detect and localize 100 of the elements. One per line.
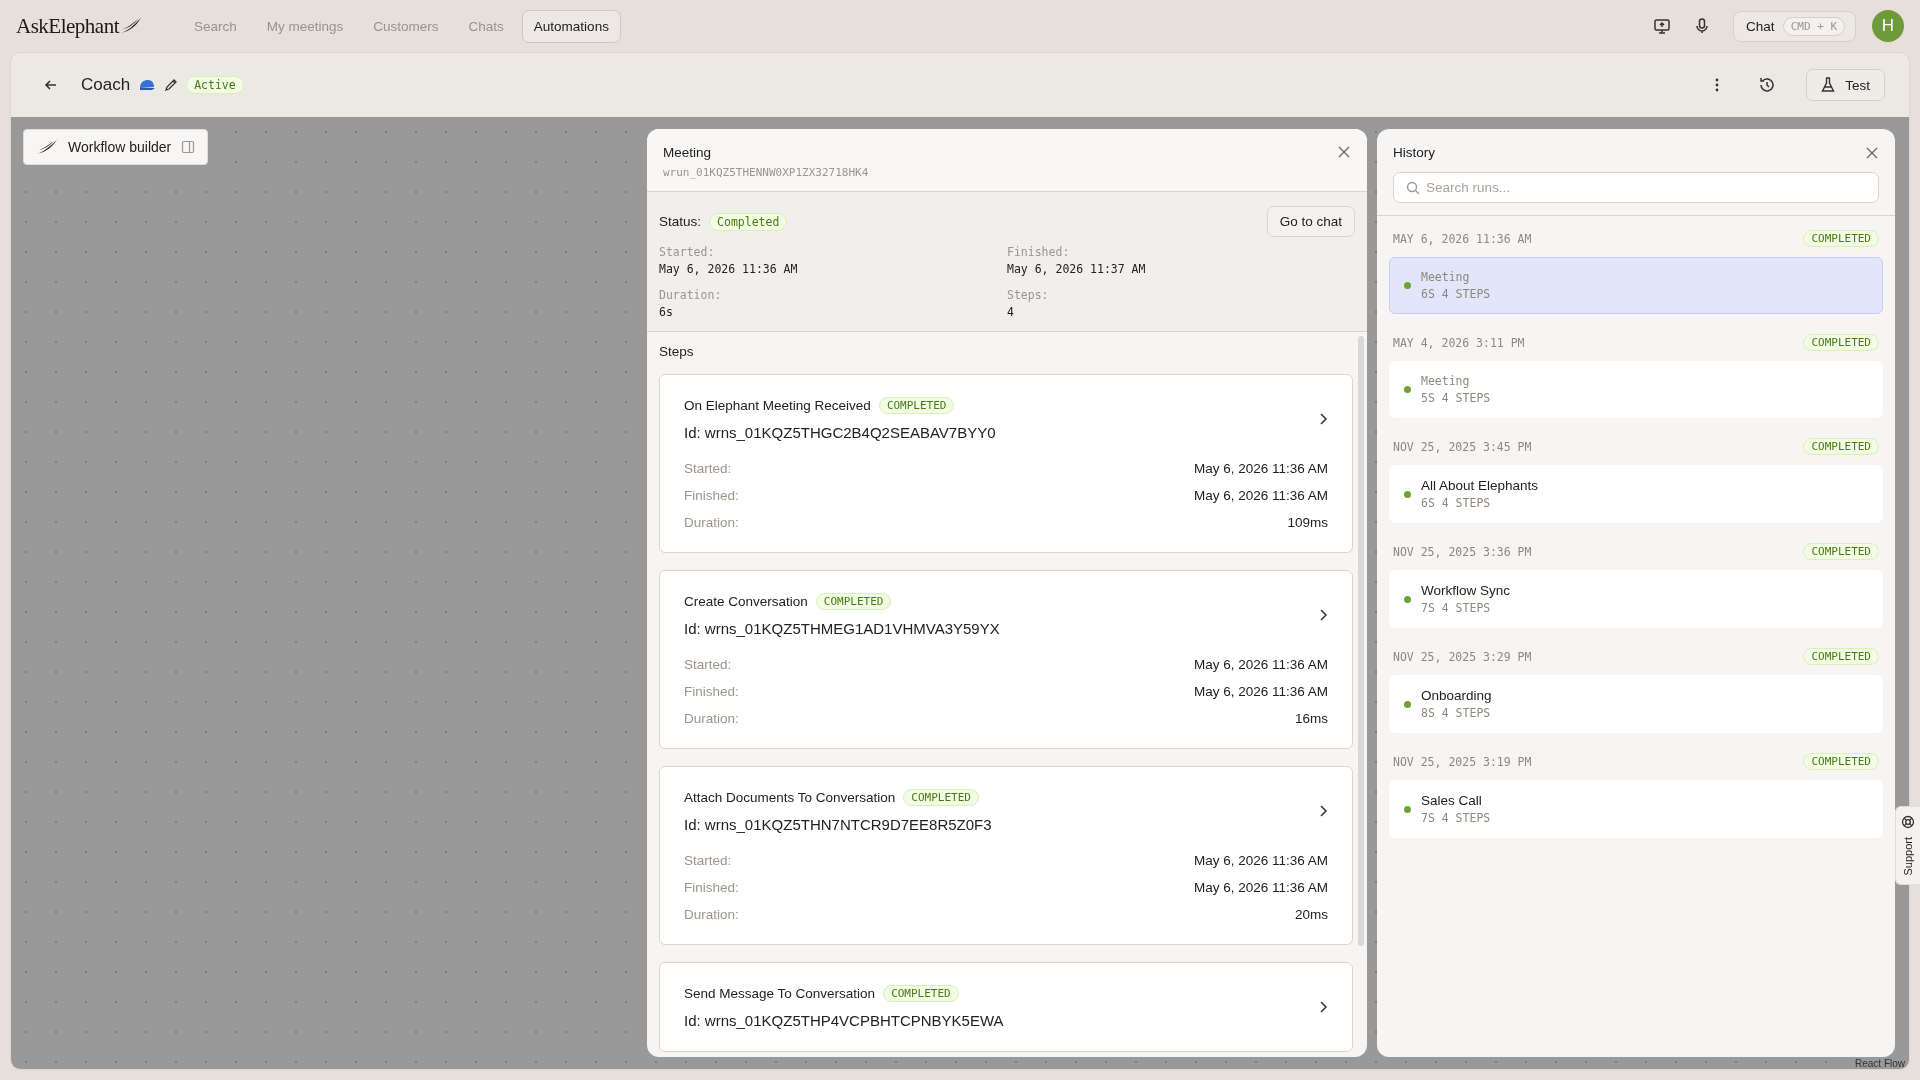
step-field-value: May 6, 2026 11:36 AM (1193, 853, 1328, 868)
history-icon[interactable] (1758, 76, 1777, 94)
detail-value: May 6, 2026 11:36 AM (659, 262, 799, 276)
status-badge: COMPLETED (1803, 543, 1879, 560)
panel-title: History (1393, 145, 1435, 160)
status-badge: Completed (709, 212, 788, 231)
test-button[interactable]: Test (1806, 69, 1885, 101)
step-id: Id: wrns_01KQZ5THN7NTCR9D7EE8R5Z0F3 (684, 816, 992, 833)
run-item[interactable]: Workflow Sync 7S 4 STEPS (1389, 570, 1883, 628)
search-icon (1406, 181, 1420, 195)
step-name: Create Conversation (684, 594, 808, 609)
status-label: Status: (659, 214, 702, 229)
step-field-value: 20ms (1295, 907, 1328, 922)
step-card[interactable]: On Elephant Meeting Received COMPLETED Id: wrns_01KQZ5THGC2B4Q2SEABAV7BYY0 Started: May 6, 2026 11:36 AM Finished: May 6, 2026 11:36 AM Duration: 109ms (659, 374, 1353, 553)
step-field-label: Finished: (684, 880, 739, 895)
status-badge: COMPLETED (1803, 753, 1879, 770)
close-icon[interactable] (1865, 145, 1879, 160)
run-date: MAY 6, 2026 11:36 AM (1393, 231, 1532, 246)
run-name: Onboarding (1421, 688, 1492, 703)
run-id: wrun_01KQZ5THENNW0XP1ZX32718HK4 (663, 166, 869, 179)
status-dot (1404, 805, 1411, 813)
shortcut-hint: CMD + K (1782, 16, 1845, 36)
step-field-label: Duration: (684, 515, 739, 530)
run-date: MAY 4, 2026 3:11 PM (1393, 335, 1525, 350)
step-field-value: 16ms (1295, 711, 1328, 726)
attribution-link[interactable]: React Flow (1855, 1058, 1905, 1069)
workflow-builder-button[interactable]: Workflow builder (23, 129, 209, 165)
status-dot (1404, 490, 1411, 498)
run-item[interactable]: Sales Call 7S 4 STEPS (1389, 780, 1883, 838)
run-name: All About Elephants (1421, 478, 1539, 493)
chevron-right-icon[interactable] (1318, 608, 1328, 622)
run-name: Meeting (1421, 374, 1471, 388)
search-field[interactable]: Search runs... (1393, 172, 1879, 203)
steps-heading: Steps (659, 344, 695, 359)
run-name: Meeting (1421, 270, 1471, 284)
scrollbar[interactable] (1358, 336, 1364, 946)
step-card[interactable]: Attach Documents To Conversation COMPLETED Id: wrns_01KQZ5THN7NTCR9D7EE8R5Z0F3 Started: May 6, 2026 11:36 AM Finished: May 6, 2026 11:36 AM Duration: 20ms (659, 766, 1353, 945)
swoosh-icon (36, 139, 58, 155)
cap-icon (138, 78, 157, 92)
screen-share-icon[interactable] (1653, 17, 1672, 35)
status-badge: COMPLETED (1803, 648, 1879, 665)
status-badge: COMPLETED (815, 593, 892, 610)
nav-tab[interactable]: Automations (521, 9, 621, 43)
step-field-label: Started: (684, 461, 732, 476)
more-options-icon[interactable] (1714, 77, 1721, 93)
run-meta: 5S 4 STEPS (1421, 391, 1491, 405)
step-field-value: May 6, 2026 11:36 AM (1193, 684, 1328, 699)
detail-value: 4 (1007, 305, 1015, 319)
go-to-chat-button[interactable]: Go to chat (1266, 206, 1355, 237)
sidebar-panel-icon (181, 140, 196, 154)
run-meta: 6S 4 STEPS (1421, 496, 1492, 510)
step-field-label: Duration: (684, 711, 739, 726)
step-field-value: 109ms (1287, 515, 1328, 530)
workflow-title: Coach (81, 75, 131, 95)
status-badge: COMPLETED (1803, 438, 1879, 455)
step-field-label: Started: (684, 853, 732, 868)
run-date: NOV 25, 2025 3:29 PM (1393, 649, 1532, 664)
close-icon[interactable] (1337, 145, 1351, 159)
step-name: Send Message To Conversation (684, 986, 876, 1001)
step-field-label: Finished: (684, 684, 739, 699)
run-item[interactable]: All About Elephants 6S 4 STEPS (1389, 465, 1883, 523)
step-name: Attach Documents To Conversation (684, 790, 896, 805)
run-meta: 7S 4 STEPS (1421, 811, 1491, 825)
run-item[interactable]: Onboarding 8S 4 STEPS (1389, 675, 1883, 733)
flask-icon (1821, 77, 1836, 93)
status-dot (1404, 282, 1411, 289)
status-badge: COMPLETED (1803, 230, 1879, 247)
run-date: NOV 25, 2025 3:19 PM (1393, 754, 1532, 769)
status-dot (1404, 386, 1411, 393)
run-meta: 6S 4 STEPS (1421, 287, 1491, 301)
pencil-icon[interactable] (164, 78, 179, 92)
step-card[interactable]: Create Conversation COMPLETED Id: wrns_01KQZ5THMEG1AD1VHMVA3Y59YX Started: May 6, 2026 11:36 AM Finished: May 6, 2026 11:36 AM Duration: 16ms (659, 570, 1353, 749)
step-id: Id: wrns_01KQZ5THP4VCPBHTCPNBYK5EWA (684, 1012, 1004, 1029)
chevron-right-icon[interactable] (1318, 804, 1328, 818)
logo-text[interactable]: AskElephant (16, 13, 119, 39)
status-badge: COMPLETED (883, 985, 959, 1002)
run-item[interactable]: Meeting 5S 4 STEPS (1389, 361, 1883, 418)
chevron-right-icon[interactable] (1318, 1000, 1328, 1014)
status-badge: COMPLETED (903, 789, 979, 806)
chat-button[interactable]: Chat CMD + K (1733, 10, 1856, 42)
detail-value: May 6, 2026 11:37 AM (1007, 262, 1147, 276)
run-name: Sales Call (1421, 793, 1483, 808)
step-id: Id: wrns_01KQZ5THMEG1AD1VHMVA3Y59YX (684, 620, 1000, 637)
step-field-label: Started: (684, 657, 732, 672)
detail-value: 6s (659, 305, 674, 319)
step-field-value: May 6, 2026 11:36 AM (1193, 880, 1328, 895)
panel-title: Meeting (663, 145, 713, 160)
run-date: NOV 25, 2025 3:45 PM (1393, 439, 1532, 454)
detail-label: Started: (659, 245, 716, 259)
step-card[interactable]: Send Message To Conversation COMPLETED Id: wrns_01KQZ5THP4VCPBHTCPNBYK5EWA (659, 962, 1353, 1052)
step-field-label: Finished: (684, 488, 739, 503)
status-dot (1404, 595, 1411, 603)
detail-label: Duration: (659, 288, 723, 302)
status-badge: COMPLETED (878, 397, 955, 414)
chevron-right-icon[interactable] (1318, 412, 1328, 426)
support-tab[interactable]: Support (1895, 806, 1920, 885)
step-field-value: May 6, 2026 11:36 AM (1193, 657, 1328, 672)
run-date: NOV 25, 2025 3:36 PM (1393, 544, 1532, 559)
swoosh-icon (120, 17, 142, 35)
run-name: Workflow Sync (1421, 583, 1511, 598)
